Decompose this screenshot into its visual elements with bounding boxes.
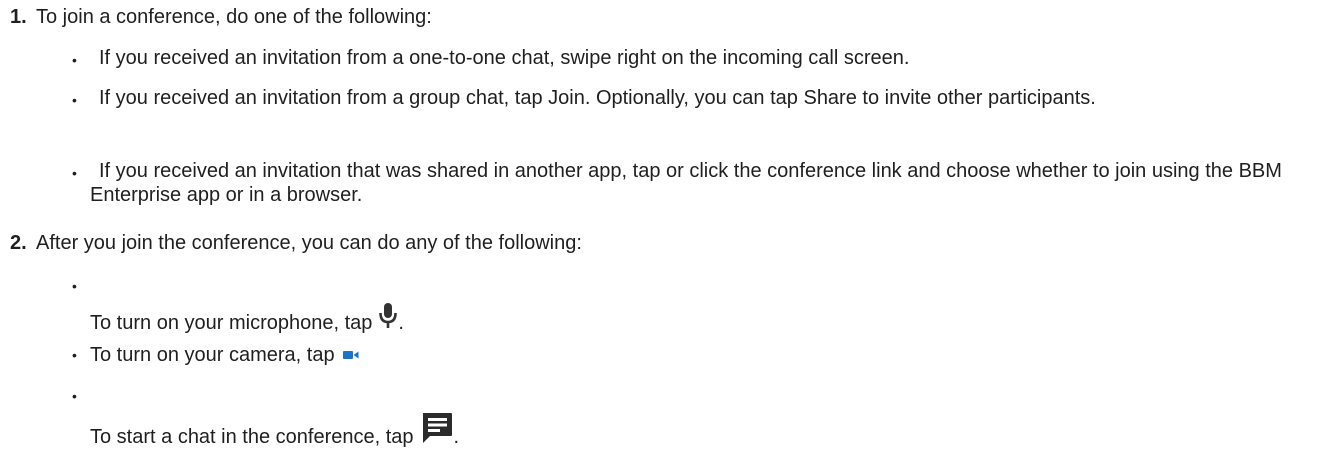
item-text: To start a chat in the conference, tap bbox=[90, 426, 414, 448]
video-camera-icon bbox=[342, 342, 359, 366]
bullet: • bbox=[72, 388, 77, 404]
bullet: • bbox=[72, 92, 77, 108]
list-item: If you received an invitation from a one… bbox=[99, 47, 910, 69]
bullet: • bbox=[72, 347, 77, 363]
item-text: To turn on your camera, tap bbox=[90, 344, 335, 366]
step-text: To join a conference, do one of the foll… bbox=[36, 6, 432, 28]
step-number: 1. bbox=[10, 6, 27, 28]
step-text: After you join the conference, you can d… bbox=[36, 232, 582, 254]
list-item: If you received an invitation that was s… bbox=[90, 160, 1282, 206]
chat-message-icon bbox=[420, 411, 454, 451]
list-item: If you received an invitation from a gro… bbox=[99, 87, 1096, 109]
microphone-icon bbox=[378, 302, 398, 338]
bullet: • bbox=[72, 52, 77, 68]
list-item-chat: To start a chat in the conference, tap . bbox=[90, 411, 1305, 451]
bullet: • bbox=[72, 165, 77, 181]
list-item-camera: To turn on your camera, tap bbox=[90, 342, 1305, 367]
item-text: To turn on your microphone, tap bbox=[90, 312, 373, 334]
step-1: 1. To join a conference, do one of the fo… bbox=[10, 5, 432, 29]
bullet: • bbox=[72, 278, 77, 294]
list-item-microphone: To turn on your microphone, tap . bbox=[90, 302, 1305, 338]
step-number: 2. bbox=[10, 232, 27, 254]
step-2: 2. After you join the conference, you can… bbox=[10, 231, 582, 255]
item-suffix: . bbox=[398, 312, 404, 334]
item-suffix: . bbox=[453, 426, 460, 448]
